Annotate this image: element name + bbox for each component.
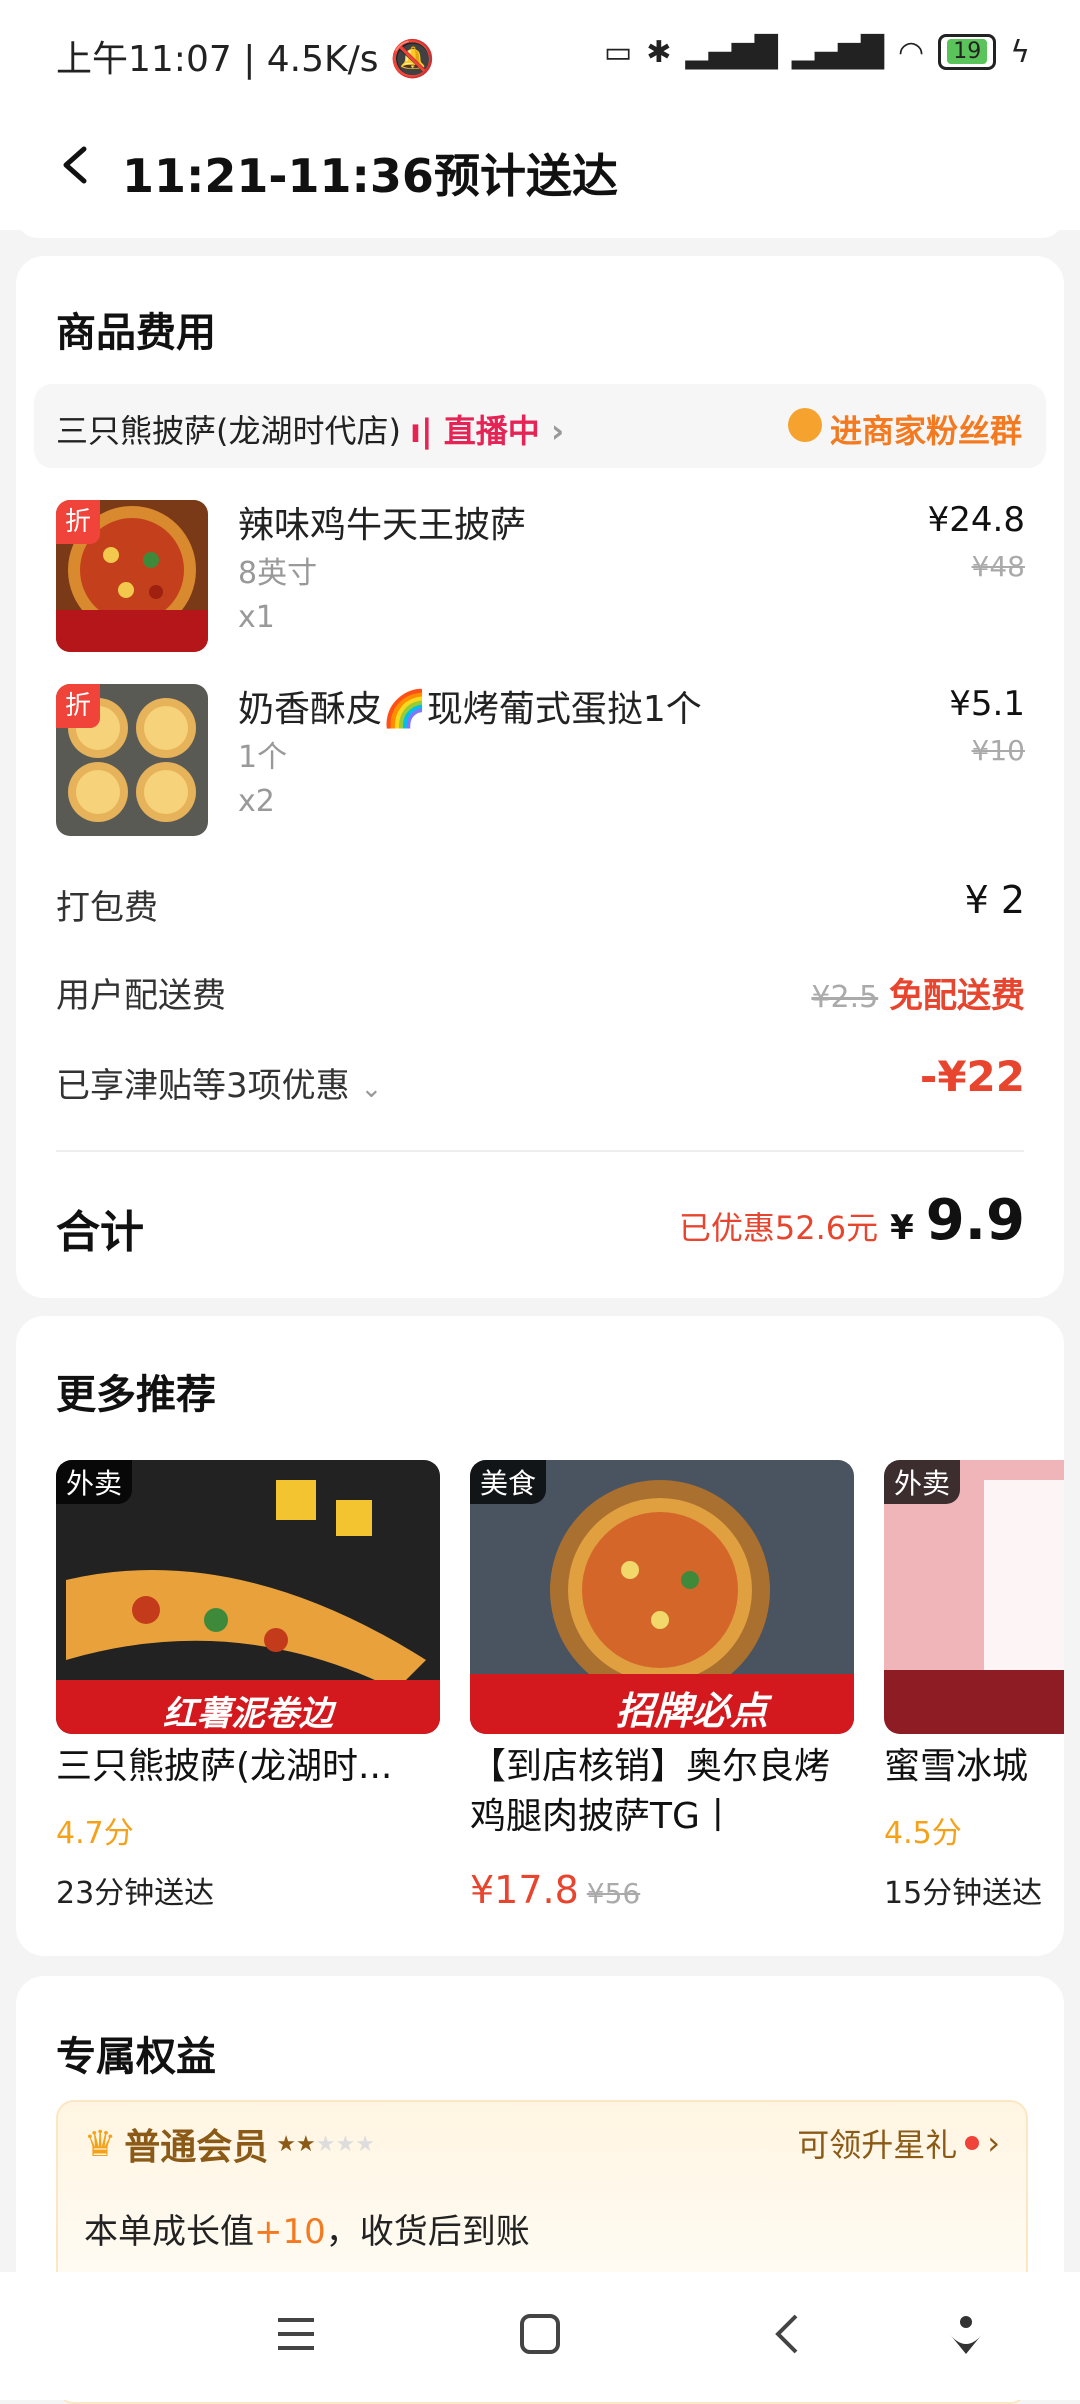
discounts-value: -¥22: [919, 1052, 1025, 1101]
back-nav-icon[interactable]: [766, 2312, 810, 2356]
wifi-icon: ◠: [898, 34, 925, 70]
back-arrow-icon[interactable]: [56, 145, 96, 185]
signal-icon: ▂▄▆█: [685, 34, 778, 70]
chevron-right-icon: ›: [987, 2124, 1000, 2162]
item-name: 奶香酥皮🌈现烤葡式蛋挞1个: [238, 689, 702, 730]
type-tag: 外卖: [884, 1460, 961, 1504]
item-thumbnail[interactable]: 折: [56, 500, 208, 652]
fan-group-icon: [788, 408, 822, 442]
chevron-right-icon: ›: [550, 412, 565, 450]
delivery-original-fee: ¥2.5: [811, 980, 879, 1015]
star-rating-icon: ★★★★★: [276, 2131, 375, 2157]
item-thumbnail[interactable]: 折: [56, 684, 208, 836]
type-tag: 美食: [470, 1460, 547, 1504]
item-spec: 8英寸: [238, 556, 318, 591]
upgrade-gift-link[interactable]: 可领升星礼 ›: [797, 2120, 1000, 2166]
total-value: 9.9: [925, 1188, 1025, 1253]
delivery-fee: ¥2.5 免配送费: [811, 968, 1025, 1017]
recommend-card-1-score: 4.7分: [56, 1816, 134, 1851]
total-label: 合计: [56, 1207, 144, 1258]
image-caption: 招牌必点: [615, 1689, 768, 1733]
benefits-title: 专属权益: [56, 2034, 216, 2080]
item-name: 辣味鸡牛天王披萨: [238, 505, 527, 546]
packing-fee-label: 打包费: [56, 888, 158, 928]
saved-amount: 已优惠52.6元: [678, 1209, 879, 1247]
fan-group-link[interactable]: 进商家粉丝群: [830, 406, 1022, 452]
item-original-price: ¥48: [971, 550, 1025, 583]
item-original-price: ¥10: [971, 734, 1025, 767]
live-bars-icon: ı|: [410, 412, 433, 450]
system-nav-bar: [0, 2272, 1080, 2400]
recommend-card-1-image[interactable]: 外卖 红薯泥卷边: [56, 1460, 440, 1734]
recommend-title: 更多推荐: [56, 1372, 216, 1418]
status-icons: ▭ ✱ ▂▄▆█ ▂▄▆█ ◠ 19 ϟ: [604, 34, 1030, 70]
network-speed: 4.5K/s: [266, 39, 379, 80]
item-qty: x2: [238, 784, 275, 819]
recommend-card-1-name[interactable]: 三只熊披萨(龙湖时...: [56, 1742, 448, 1792]
recommend-card-3-image[interactable]: 外卖: [884, 1460, 1064, 1734]
mute-bell-icon: 🔕: [389, 39, 435, 80]
header-card-bottom: [16, 216, 1064, 238]
recommend-card-3-name[interactable]: 蜜雪冰城: [884, 1742, 1064, 1792]
charging-icon: ϟ: [1010, 34, 1030, 70]
signal-icon-2: ▂▄▆█: [791, 34, 885, 70]
type-tag: 外卖: [56, 1460, 133, 1504]
battery-icon: 19: [938, 34, 997, 70]
image-caption: 红薯泥卷边: [163, 1694, 333, 1734]
member-level: ♛ 普通会员 ★★★★★: [84, 2123, 375, 2169]
delivery-fee-label: 用户配送费: [56, 976, 226, 1016]
assistant-icon[interactable]: [944, 2312, 988, 2356]
page-title: 11:21-11:36预计送达: [122, 149, 618, 203]
bag-icon: ▭: [603, 34, 633, 70]
discount-badge: 折: [56, 500, 100, 544]
crown-icon: ♛: [84, 2123, 117, 2165]
free-delivery: 免配送费: [889, 976, 1025, 1016]
recommend-card-3-score: 4.5分: [884, 1816, 962, 1851]
item-qty: x1: [238, 600, 275, 635]
total-amount: 已优惠52.6元 ¥ 9.9: [679, 1188, 1025, 1253]
status-bar: 上午11:07 | 4.5K/s 🔕 ▭ ✱ ▂▄▆█ ▂▄▆█ ◠ 19 ϟ: [0, 0, 1080, 110]
recommend-card-2-name[interactable]: 【到店核销】奥尔良烤鸡腿肉披萨TG丨: [470, 1742, 854, 1842]
menu-icon[interactable]: [274, 2312, 318, 2356]
recommend-card-2-price: ¥17.8 ¥56: [470, 1868, 640, 1912]
recommend-card-3-eta: 15分钟送达: [884, 1876, 1043, 1911]
home-icon[interactable]: [518, 2312, 562, 2356]
red-dot-icon: [965, 2136, 980, 2150]
chevron-down-icon: ⌄: [360, 1074, 383, 1104]
discount-badge: 折: [56, 684, 100, 728]
growth-info: 本单成长值+10，收货后到账: [84, 2212, 530, 2252]
shop-name[interactable]: 三只熊披萨(龙湖时代店): [56, 406, 401, 452]
discounts-toggle[interactable]: 已享津贴等3项优惠 ⌄: [56, 1058, 382, 1107]
currency-symbol: ¥: [890, 1208, 914, 1248]
recommend-card-1-eta: 23分钟送达: [56, 1876, 215, 1911]
item-spec: 1个: [238, 740, 288, 775]
recommend-card-2-image[interactable]: 美食 招牌必点: [470, 1460, 854, 1734]
packing-fee-value: ¥ 2: [964, 878, 1025, 922]
divider: [56, 1150, 1024, 1152]
status-time-speed: 上午11:07 | 4.5K/s 🔕: [56, 39, 435, 80]
goods-fee-title: 商品费用: [56, 310, 216, 356]
sale-price: ¥17.8: [470, 1868, 579, 1912]
original-price: ¥56: [586, 1877, 641, 1910]
bluetooth-icon: ✱: [646, 34, 672, 70]
status-time: 上午11:07: [56, 39, 232, 80]
item-price: ¥5.1: [949, 684, 1025, 724]
item-price: ¥24.8: [927, 500, 1025, 540]
live-status[interactable]: ı| 直播中 ›: [410, 406, 564, 452]
